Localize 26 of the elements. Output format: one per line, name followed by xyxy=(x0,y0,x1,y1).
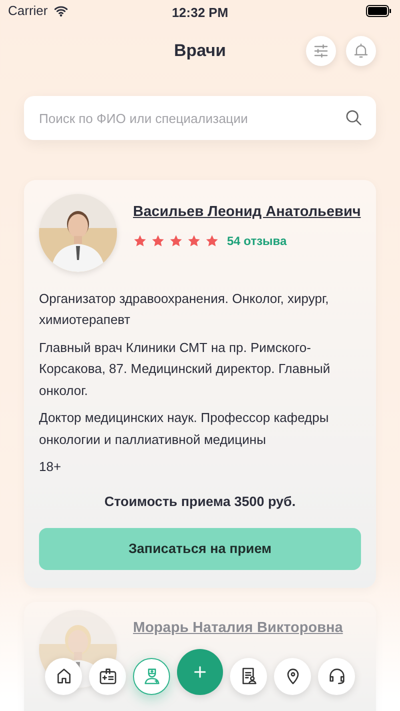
star-icon xyxy=(169,234,183,248)
doctor-info: Доктор медицинских наук. Профессор кафедры онкологии и паллиативной медицины xyxy=(39,409,330,449)
star-icon xyxy=(133,234,147,248)
doctor-info: Организатор здравоохранения. Онколог, хирург, химиотерапевт xyxy=(39,290,330,330)
star-icon xyxy=(205,234,219,248)
wifi-icon xyxy=(52,4,69,18)
search-icon xyxy=(344,108,364,128)
star-icon xyxy=(151,234,165,248)
doctor-name[interactable]: Васильев Леонид Анатольевич xyxy=(133,202,361,224)
bell-icon xyxy=(352,42,370,60)
carrier-label: Carrier xyxy=(8,2,48,20)
book-button[interactable]: Записаться на прием xyxy=(39,528,361,570)
star-icon xyxy=(187,234,201,248)
price-text: Стоимость приема 3500 руб. xyxy=(103,492,297,511)
age-limit: 18+ xyxy=(39,458,62,476)
doctor-icon xyxy=(142,666,162,686)
search-field[interactable]: Поиск по ФИО или специализации xyxy=(24,96,376,140)
status-time: 12:32 PM xyxy=(170,4,230,22)
headset-icon xyxy=(326,666,346,686)
filter-button[interactable] xyxy=(306,36,336,66)
notifications-button[interactable] xyxy=(346,36,376,66)
page-title: Врачи xyxy=(174,40,226,62)
id-card-icon xyxy=(98,666,118,686)
battery-icon xyxy=(366,5,392,17)
sliders-icon xyxy=(312,42,330,60)
doctor-info: Главный врач Клиники СМТ на пр. Римского-Корсакова, 87. Медицинский директор. Главный онколог. xyxy=(39,338,332,400)
